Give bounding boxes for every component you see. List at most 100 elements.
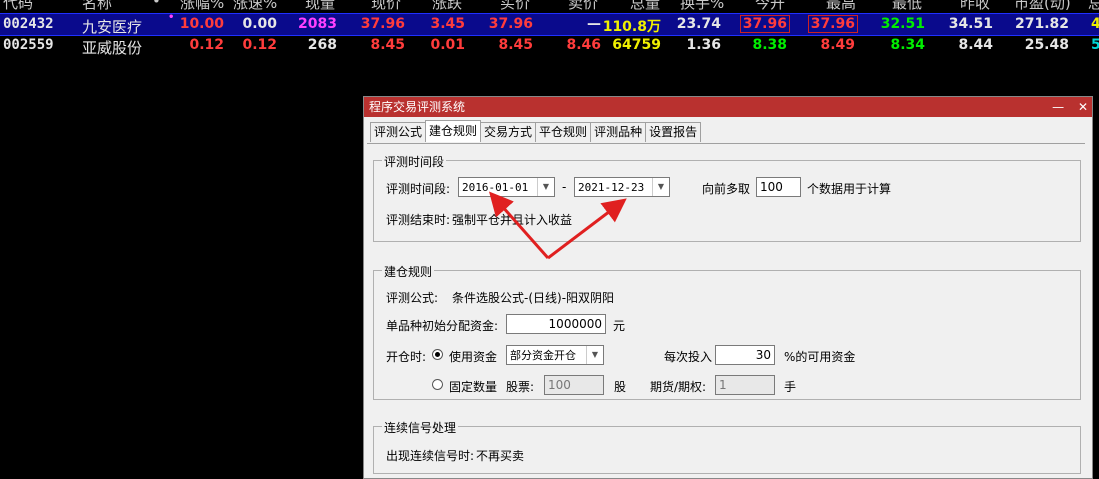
open: 37.96	[739, 15, 791, 33]
fixed-qty-radio[interactable]	[432, 379, 443, 390]
signal-legend: 连续信号处理	[382, 419, 459, 436]
date-separator: -	[562, 180, 567, 194]
col-speed[interactable]: 涨速%	[233, 0, 277, 13]
use-capital-radio[interactable]	[432, 349, 443, 360]
prev-close: 8.44	[958, 37, 993, 53]
minimize-icon[interactable]: —	[1052, 100, 1064, 114]
start-date-picker[interactable]: 2016-01-01 ▼	[458, 177, 555, 197]
table-row[interactable]: 002559 亚威股份 0.12 0.12 268 8.45 0.01 8.45…	[0, 35, 1099, 57]
capital-input[interactable]: 1000000	[506, 314, 606, 334]
chevron-down-icon[interactable]: ▼	[652, 178, 669, 196]
tab-bar: 评测公式 建仓规则 交易方式 平仓规则 评测品种 设置报告	[370, 120, 702, 143]
use-capital-label: 使用资金	[449, 350, 498, 364]
futures-label: 期货/期权:	[650, 380, 707, 394]
prev-close: 34.51	[948, 16, 993, 32]
stock-code: 002559	[3, 37, 54, 53]
dialog-titlebar[interactable]: 程序交易评测系统 — ✕	[364, 97, 1092, 117]
tab-report[interactable]: 设置报告	[645, 122, 702, 142]
low: 8.34	[890, 37, 925, 53]
col-name[interactable]: 名称	[82, 0, 112, 13]
per-invest-suffix: %的可用资金	[784, 350, 856, 364]
signal-value: 不再买卖	[476, 449, 525, 463]
capital-mode-select[interactable]: 部分资金开仓 ▼	[506, 345, 604, 365]
chevron-down-icon[interactable]: ▼	[586, 346, 603, 364]
lookback-suffix: 个数据用于计算	[807, 182, 892, 196]
total-volume: 110.8万	[602, 19, 661, 35]
col-bid[interactable]: 买价	[500, 0, 530, 13]
build-rules-group: 建仓规则 评测公式: 条件选股公式-(日线)-阳双阴阳 单品种初始分配资金: 1…	[373, 263, 1081, 400]
speed: 0.00	[242, 16, 277, 32]
turnover: 1.36	[686, 37, 721, 53]
col-pe[interactable]: 市盈(动)	[1014, 0, 1071, 13]
shares-unit: 股	[614, 380, 627, 394]
stock-table-header: 代码 名称 • 涨幅% 涨速% 现量 现价 涨跌 买价 卖价 总量 换手% 今开…	[0, 0, 1099, 13]
period-group: 评测时间段 评测时间段: 2016-01-01 ▼ - 2021-12-23 ▼…	[373, 153, 1081, 242]
col-code[interactable]: 代码	[3, 0, 33, 13]
period-legend: 评测时间段	[382, 153, 447, 170]
tab-formula[interactable]: 评测公式	[370, 122, 427, 142]
speed: 0.12	[242, 37, 277, 53]
col-high[interactable]: 最高	[826, 0, 856, 13]
period-label: 评测时间段:	[386, 182, 451, 196]
change: 3.45	[430, 16, 465, 32]
signal-group: 连续信号处理 出现连续信号时: 不再买卖	[373, 419, 1081, 474]
col-dot: •	[152, 0, 161, 10]
col-extra[interactable]: 总	[1088, 0, 1099, 13]
end-date-picker[interactable]: 2021-12-23 ▼	[574, 177, 670, 197]
dialog-title: 程序交易评测系统	[369, 100, 466, 114]
table-row[interactable]: 002432 九安医疗 • 10.00 0.00 2083 37.96 3.45…	[0, 12, 1099, 36]
futures-input[interactable]: 1	[715, 375, 775, 395]
col-change-pct[interactable]: 涨幅%	[180, 0, 224, 13]
col-ask[interactable]: 卖价	[568, 0, 598, 13]
tab-close-rules[interactable]: 平仓规则	[535, 122, 592, 142]
capital-label: 单品种初始分配资金:	[386, 319, 499, 333]
col-price[interactable]: 现价	[371, 0, 401, 13]
ask: —	[587, 16, 601, 32]
fixed-qty-label: 固定数量	[449, 380, 498, 394]
formula-label: 评测公式:	[386, 291, 439, 305]
volume-now: 268	[307, 37, 337, 53]
capital-unit: 元	[613, 319, 626, 333]
capital-mode-value: 部分资金开仓	[510, 349, 576, 362]
price: 8.45	[370, 37, 405, 53]
chevron-down-icon[interactable]: ▼	[537, 178, 554, 196]
per-invest-input[interactable]: 30	[715, 345, 775, 365]
col-prev-close[interactable]: 昨收	[960, 0, 990, 13]
shares-label: 股票:	[506, 380, 535, 394]
low: 32.51	[880, 16, 925, 32]
end-date-value: 2021-12-23	[578, 181, 645, 194]
price: 37.96	[360, 16, 405, 32]
shares-input[interactable]: 100	[544, 375, 604, 395]
extra: 4	[1091, 16, 1099, 32]
stock-code: 002432	[3, 16, 54, 32]
end-rule-label: 评测结束时:	[386, 213, 451, 227]
col-open[interactable]: 今开	[755, 0, 785, 13]
col-turnover[interactable]: 换手%	[680, 0, 724, 13]
futures-unit: 手	[784, 380, 797, 394]
tab-build-rules[interactable]: 建仓规则	[425, 120, 482, 142]
extra: 5	[1091, 37, 1099, 53]
bid: 37.96	[488, 16, 533, 32]
high: 8.49	[820, 37, 855, 53]
high: 37.96	[807, 15, 859, 33]
tab-trade-mode[interactable]: 交易方式	[480, 122, 537, 142]
change-pct: 0.12	[189, 37, 224, 53]
end-rule-value: 强制平仓并且计入收益	[452, 213, 573, 227]
lookback-input[interactable]: 100	[756, 177, 801, 197]
col-change[interactable]: 涨跌	[432, 0, 462, 13]
ask: 8.46	[566, 37, 601, 53]
turnover: 23.74	[676, 16, 721, 32]
col-low[interactable]: 最低	[892, 0, 922, 13]
open: 8.38	[752, 37, 787, 53]
flag-dot-icon: •	[168, 12, 175, 23]
pe: 271.82	[1014, 16, 1069, 32]
volume-now: 2083	[298, 16, 337, 32]
col-total-volume[interactable]: 总量	[630, 0, 660, 13]
pe: 25.48	[1024, 37, 1069, 53]
tab-instruments[interactable]: 评测品种	[590, 122, 647, 142]
col-volume-now[interactable]: 现量	[305, 0, 335, 13]
formula-value: 条件选股公式-(日线)-阳双阴阳	[452, 291, 615, 305]
start-date-value: 2016-01-01	[462, 181, 529, 194]
close-icon[interactable]: ✕	[1078, 100, 1088, 114]
lookback-label: 向前多取	[702, 182, 751, 196]
